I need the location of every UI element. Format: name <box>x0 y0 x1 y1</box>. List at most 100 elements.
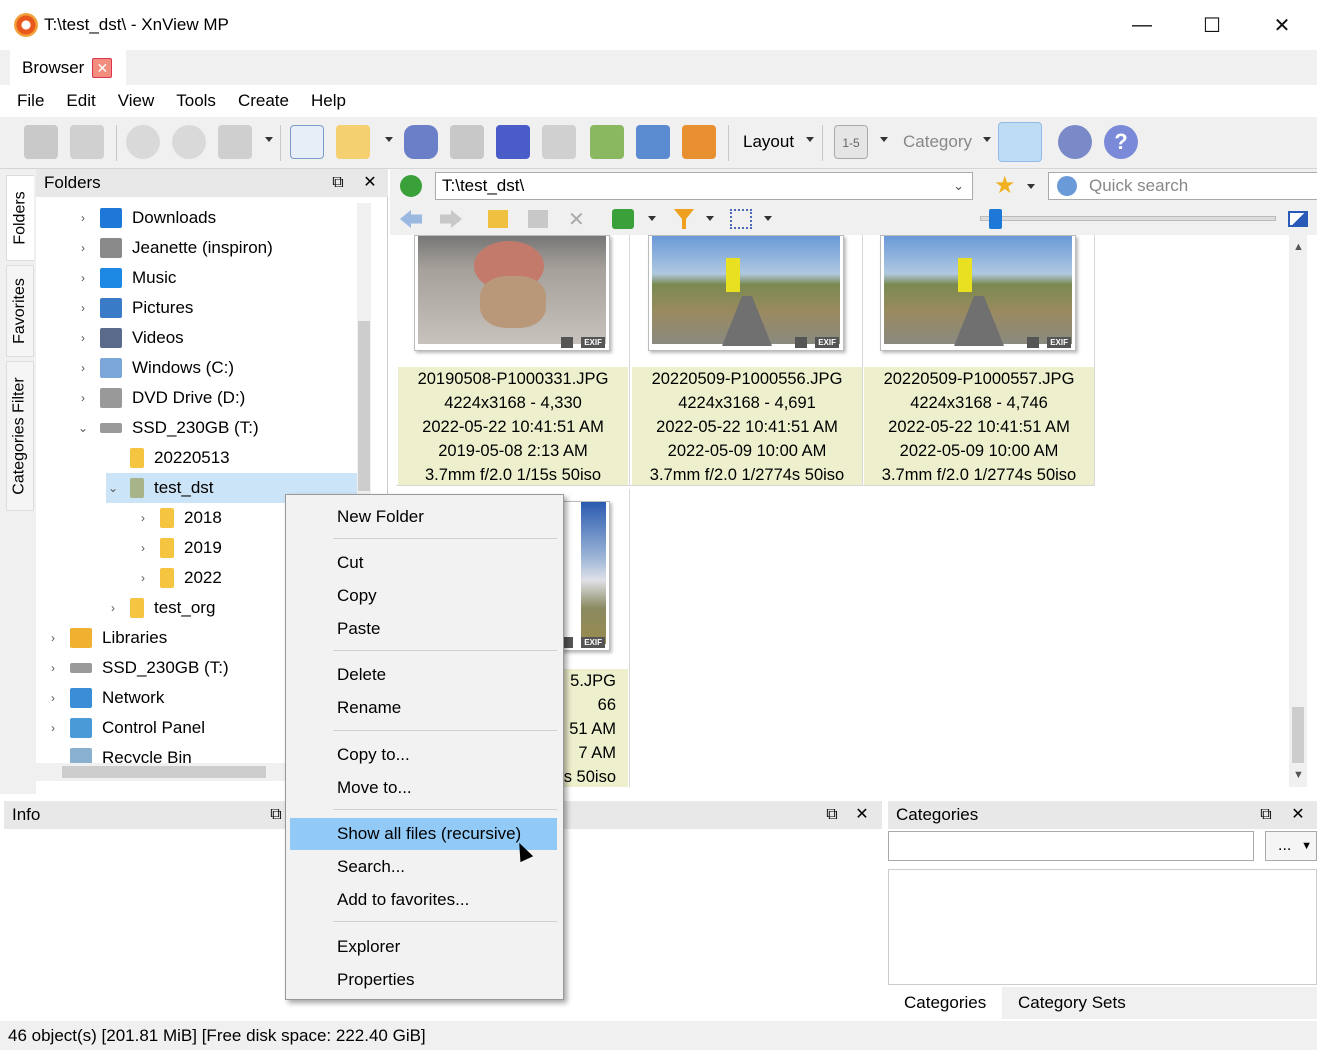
filter-icon[interactable] <box>674 209 694 229</box>
close-pane-icon[interactable]: ✕ <box>1288 805 1308 825</box>
chevron-down-icon[interactable] <box>983 137 991 142</box>
menu-item-move-to[interactable]: Move to... <box>290 772 557 804</box>
tree-node-network[interactable]: › Network <box>46 683 164 713</box>
close-pane-icon[interactable]: ✕ <box>852 805 872 825</box>
tab-category-sets[interactable]: Category Sets <box>1002 987 1142 1019</box>
tree-node-ssd-t-2[interactable]: › SSD_230GB (T:) <box>46 653 229 683</box>
forward-arrow-icon[interactable] <box>440 210 462 228</box>
menu-item-paste[interactable]: Paste <box>290 613 557 645</box>
export-icon[interactable] <box>336 125 370 159</box>
menu-item-cut[interactable]: Cut <box>290 547 557 579</box>
chevron-down-icon[interactable]: ▼ <box>1293 769 1304 781</box>
chevron-right-icon[interactable]: › <box>76 331 90 345</box>
chevron-right-icon[interactable]: › <box>76 211 90 225</box>
menu-item-rename[interactable]: Rename <box>290 692 557 724</box>
side-tab-favorites[interactable]: Favorites <box>6 265 34 357</box>
transform-icon[interactable] <box>218 125 252 159</box>
category-input[interactable] <box>888 831 1254 861</box>
slider-knob[interactable] <box>989 209 1002 229</box>
menu-edit[interactable]: Edit <box>55 91 106 111</box>
chevron-down-icon[interactable] <box>648 216 656 221</box>
scrollbar-thumb[interactable] <box>1292 707 1304 763</box>
chevron-down-icon[interactable] <box>764 216 772 221</box>
scan-icon[interactable] <box>496 125 530 159</box>
chevron-right-icon[interactable]: › <box>136 541 150 555</box>
batch-convert-icon[interactable] <box>590 125 624 159</box>
favorites-star-icon[interactable]: ★ <box>994 174 1018 198</box>
thumbnail-item[interactable]: EXIF 20190508-P1000331.JPG 4224x3168 - 4… <box>396 235 628 485</box>
float-pane-icon[interactable]: ⧉ <box>822 805 842 825</box>
tree-node-pictures[interactable]: › Pictures <box>76 293 193 323</box>
chevron-down-icon[interactable] <box>265 137 273 142</box>
tree-node-jeanette[interactable]: › Jeanette (inspiron) <box>76 233 273 263</box>
tree-node-downloads[interactable]: › Downloads <box>76 203 216 233</box>
category-label[interactable]: Category <box>903 132 972 152</box>
thumbnail-item[interactable]: EXIF 20220509-P1000557.JPG 4224x3168 - 4… <box>862 235 1094 485</box>
tree-node-ssd-t[interactable]: ⌄ SSD_230GB (T:) <box>76 413 259 443</box>
rotate-left-icon[interactable] <box>126 125 160 159</box>
set-wallpaper-icon[interactable] <box>682 125 716 159</box>
close-pane-icon[interactable]: ✕ <box>360 173 380 193</box>
menu-item-copy-to[interactable]: Copy to... <box>290 739 557 771</box>
menu-item-copy[interactable]: Copy <box>290 580 557 612</box>
categories-list[interactable] <box>888 869 1317 985</box>
thumbnail-view-icon[interactable] <box>730 209 752 229</box>
menu-item-delete[interactable]: Delete <box>290 659 557 691</box>
binoculars-search-icon[interactable] <box>404 125 438 159</box>
tree-node-videos[interactable]: › Videos <box>76 323 184 353</box>
scrollbar-thumb[interactable] <box>62 766 266 778</box>
thumbnail-image[interactable]: EXIF <box>880 235 1076 351</box>
tree-node-recycle-bin[interactable]: Recycle Bin <box>46 743 192 763</box>
chevron-down-icon[interactable] <box>706 216 714 221</box>
tab-browser[interactable]: Browser ✕ <box>10 50 126 85</box>
chevron-down-icon[interactable]: ⌄ <box>76 421 90 435</box>
layout-label[interactable]: Layout <box>743 132 794 152</box>
menu-tools[interactable]: Tools <box>165 91 227 111</box>
chevron-right-icon[interactable]: › <box>136 511 150 525</box>
menu-item-new-folder[interactable]: New Folder <box>290 501 557 533</box>
new-folder-icon[interactable] <box>488 210 508 228</box>
side-tab-categories-filter[interactable]: Categories Filter <box>6 361 34 511</box>
chevron-down-icon[interactable] <box>1027 184 1035 189</box>
delete-icon[interactable]: ✕ <box>568 207 585 232</box>
browser-vertical-scrollbar[interactable]: ▲ ▼ <box>1289 235 1307 787</box>
thumbnail-item[interactable]: EXIF 20220509-P1000556.JPG 4224x3168 - 4… <box>630 235 862 485</box>
category-options-button[interactable]: ... ▼ <box>1265 831 1317 861</box>
menu-item-add-to-favorites[interactable]: Add to favorites... <box>290 884 557 916</box>
chevron-right-icon[interactable]: › <box>46 661 60 675</box>
tree-node-libraries[interactable]: › Libraries <box>46 623 167 653</box>
chevron-right-icon[interactable]: › <box>76 361 90 375</box>
maximize-button[interactable]: ☐ <box>1177 0 1247 50</box>
tree-node-dvd-drive[interactable]: › DVD Drive (D:) <box>76 383 245 413</box>
go-up-icon[interactable] <box>400 175 422 197</box>
float-pane-icon[interactable]: ⧉ <box>266 805 286 825</box>
chevron-down-icon[interactable]: ⌄ <box>106 481 120 495</box>
chevron-right-icon[interactable]: › <box>46 691 60 705</box>
panel-toggle-icon[interactable] <box>1288 211 1308 227</box>
file-info-icon[interactable] <box>290 125 324 159</box>
path-input[interactable]: T:\test_dst\ ⌄ <box>435 172 973 200</box>
menu-create[interactable]: Create <box>227 91 300 111</box>
slideshow-icon[interactable] <box>542 125 576 159</box>
sort-icon[interactable] <box>612 209 634 229</box>
menu-item-properties[interactable]: Properties <box>290 964 557 996</box>
menu-view[interactable]: View <box>107 91 166 111</box>
menu-help[interactable]: Help <box>300 91 357 111</box>
tree-node-2022[interactable]: › 2022 <box>136 563 222 593</box>
thumbnail-image[interactable]: EXIF <box>648 235 844 351</box>
chevron-right-icon[interactable]: › <box>136 571 150 585</box>
tab-close-icon[interactable]: ✕ <box>92 57 113 78</box>
chevron-down-icon[interactable] <box>806 137 814 142</box>
capture-icon[interactable] <box>636 125 670 159</box>
chevron-down-icon[interactable]: ⌄ <box>953 173 964 199</box>
thumbnail-image[interactable]: EXIF <box>414 235 610 351</box>
chevron-right-icon[interactable]: › <box>76 301 90 315</box>
rotate-right-icon[interactable] <box>172 125 206 159</box>
settings-gear-icon[interactable] <box>1058 125 1092 159</box>
scrollbar-thumb[interactable] <box>358 321 370 491</box>
rating-filter-icon[interactable]: 1-5 <box>834 125 868 159</box>
thumbnail-size-slider[interactable] <box>980 209 1276 229</box>
tree-node-2018[interactable]: › 2018 <box>136 503 222 533</box>
tree-node-2019[interactable]: › 2019 <box>136 533 222 563</box>
chevron-up-icon[interactable]: ▲ <box>1293 241 1304 253</box>
